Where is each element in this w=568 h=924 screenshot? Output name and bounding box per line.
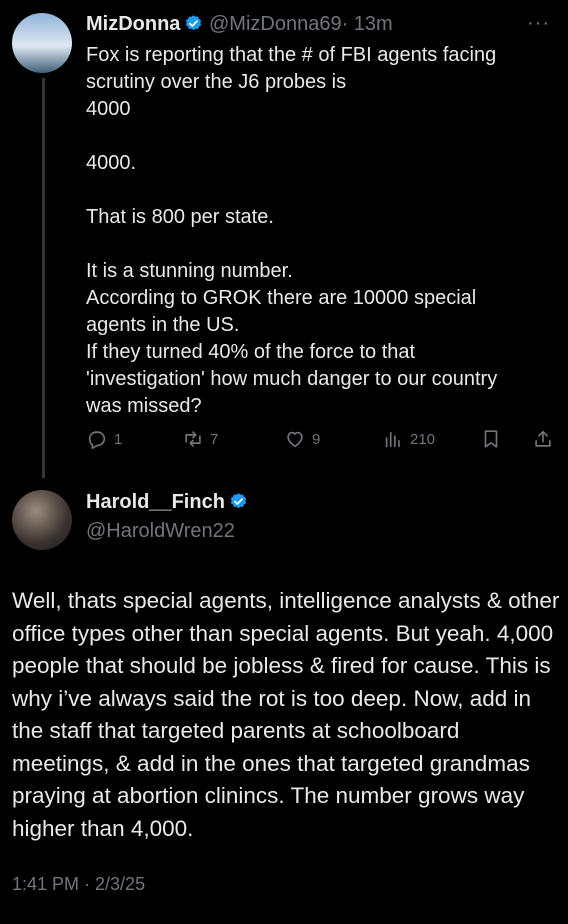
heart-icon [287, 431, 303, 448]
repost-icon [185, 431, 201, 447]
view-count: 210 [410, 430, 436, 448]
reply-button[interactable]: 1 [86, 428, 122, 450]
avatar-mizdonna[interactable] [12, 13, 72, 73]
tweet1-author-name[interactable]: MizDonna [86, 13, 180, 35]
verified-badge-icon [186, 15, 202, 31]
tweet2-handle[interactable]: @HaroldWren22 [86, 520, 235, 543]
views-button[interactable]: 210 [382, 428, 435, 450]
tweet2-author-row: Harold__Finch [86, 491, 248, 514]
reply-count: 1 [114, 430, 123, 448]
verified-badge-icon [230, 493, 247, 509]
tweet1-time[interactable]: · 13m [342, 13, 393, 35]
tweet2-timestamp[interactable]: 1:41 PM · 2/3/25 [12, 874, 145, 895]
share-button[interactable] [532, 428, 554, 450]
more-options-icon[interactable]: ··· [527, 12, 550, 35]
repost-count: 7 [210, 430, 219, 448]
bookmark-button[interactable] [480, 428, 502, 450]
analytics-icon [385, 431, 400, 448]
tweet2-author-name[interactable]: Harold__Finch [86, 491, 225, 513]
like-button[interactable]: 9 [284, 428, 320, 450]
tweet1-handle[interactable]: @MizDonna69 [209, 13, 342, 35]
reply-icon [88, 431, 106, 449]
tweet1-text: Fox is reporting that the # of FBI agent… [86, 44, 498, 417]
like-count: 9 [312, 430, 321, 448]
bookmark-icon [484, 430, 498, 448]
tweet1-action-bar: 1 7 9 210 [86, 428, 556, 454]
repost-button[interactable]: 7 [182, 428, 218, 450]
thread-connector-line [42, 78, 45, 478]
tweet2-text: Well, thats special agents, intelligence… [12, 588, 560, 841]
avatar-harold-finch[interactable] [12, 490, 72, 550]
tweet1-header: MizDonna @MizDonna69· 13m [86, 11, 393, 37]
share-icon [535, 430, 551, 447]
